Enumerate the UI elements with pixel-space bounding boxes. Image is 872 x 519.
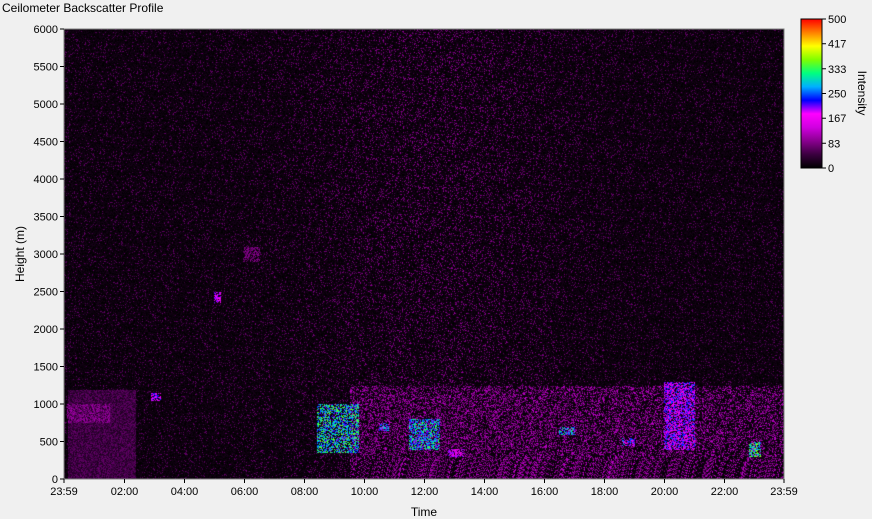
colorbar-tick-label: 417 xyxy=(828,39,846,51)
y-tick-label: 2000 xyxy=(34,324,58,336)
colorbar-tick-label: 500 xyxy=(828,14,846,26)
y-tick-label: 4000 xyxy=(34,174,58,186)
x-tick-label: 22:00 xyxy=(711,486,739,498)
colorbar-tick-label: 167 xyxy=(828,113,846,125)
colorbar-tick-label: 83 xyxy=(828,138,840,150)
y-tick-label: 500 xyxy=(40,437,58,449)
y-axis: 0 500 1000 1500 2000 2500 3000 3500 4000 4500 5000… xyxy=(34,24,64,486)
backscatter-heatmap xyxy=(64,29,784,479)
y-tick-label: 0 xyxy=(52,474,58,486)
x-axis-title: Time xyxy=(411,505,438,519)
x-tick-label: 20:00 xyxy=(651,486,679,498)
y-tick-label: 2500 xyxy=(34,287,58,299)
x-tick-label: 02:00 xyxy=(111,486,139,498)
y-axis-title: Height (m) xyxy=(13,226,27,282)
x-tick-label: 23:59 xyxy=(770,486,798,498)
y-tick-label: 3000 xyxy=(34,249,58,261)
plot-area[interactable] xyxy=(63,28,785,480)
x-axis: 23:59 02:00 04:00 06:00 08:00 10:00 12:00 14:00… xyxy=(50,479,798,498)
x-tick-label: 12:00 xyxy=(411,486,439,498)
y-tick-label: 5000 xyxy=(34,99,58,111)
colorbar-ramp xyxy=(800,18,823,169)
x-tick-label: 04:00 xyxy=(171,486,199,498)
colorbar: 0 83 167 250 333 417 500 Intensity xyxy=(800,14,869,175)
x-tick-label: 10:00 xyxy=(351,486,379,498)
colorbar-tick-label: 333 xyxy=(828,64,846,76)
y-tick-label: 6000 xyxy=(34,24,58,36)
x-tick-label: 23:59 xyxy=(50,486,78,498)
x-tick-label: 14:00 xyxy=(471,486,499,498)
y-tick-label: 4500 xyxy=(34,137,58,149)
colorbar-title: Intensity xyxy=(855,71,869,116)
y-tick-label: 1000 xyxy=(34,399,58,411)
x-tick-label: 18:00 xyxy=(591,486,619,498)
y-tick-label: 5500 xyxy=(34,62,58,74)
colorbar-ticks: 0 83 167 250 333 417 500 xyxy=(822,14,846,175)
colorbar-tick-label: 0 xyxy=(828,163,834,175)
x-tick-label: 16:00 xyxy=(531,486,559,498)
x-tick-label: 08:00 xyxy=(291,486,319,498)
colorbar-tick-label: 250 xyxy=(828,89,846,101)
y-tick-label: 1500 xyxy=(34,362,58,374)
backscatter-chart: 0500100015002000250030003500400045005000… xyxy=(13,14,869,519)
x-tick-label: 06:00 xyxy=(231,486,259,498)
y-tick-label: 3500 xyxy=(34,212,58,224)
